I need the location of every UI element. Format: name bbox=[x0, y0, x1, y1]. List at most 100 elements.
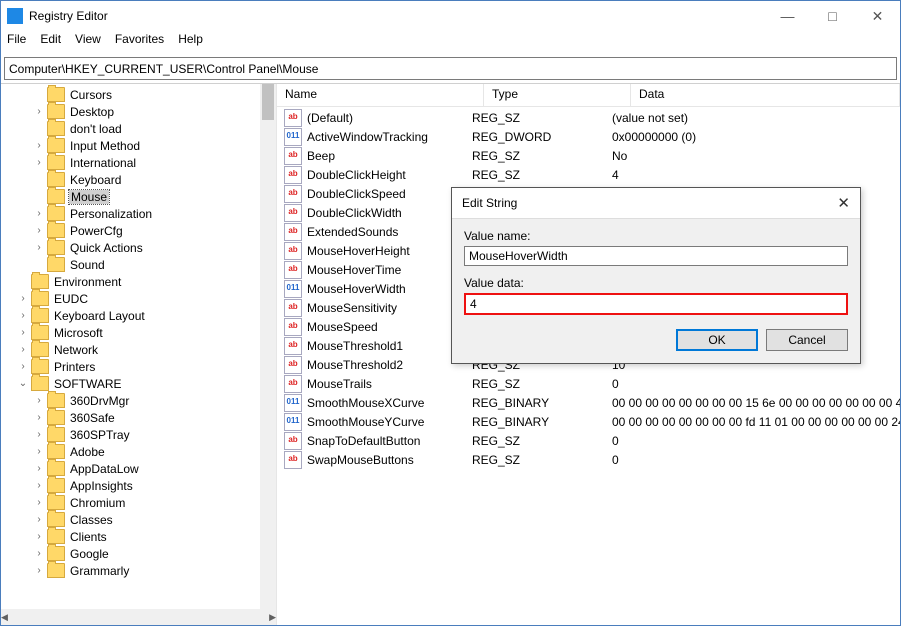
value-type: REG_SZ bbox=[472, 149, 612, 163]
tree-item[interactable]: ›Chromium bbox=[1, 494, 276, 511]
tree-item[interactable]: ›Microsoft bbox=[1, 324, 276, 341]
tree-item[interactable]: ›Google bbox=[1, 545, 276, 562]
tree-item[interactable]: ›Input Method bbox=[1, 137, 276, 154]
tree-item[interactable]: ›International bbox=[1, 154, 276, 171]
col-data[interactable]: Data bbox=[631, 84, 900, 106]
menu-edit[interactable]: Edit bbox=[40, 32, 61, 52]
expand-icon[interactable]: › bbox=[33, 157, 45, 168]
folder-icon bbox=[47, 563, 65, 578]
value-row[interactable]: abBeepREG_SZNo bbox=[277, 146, 900, 165]
col-type[interactable]: Type bbox=[484, 84, 631, 106]
tree-item[interactable]: ›Adobe bbox=[1, 443, 276, 460]
expand-icon[interactable]: › bbox=[33, 225, 45, 236]
expand-icon[interactable]: › bbox=[17, 344, 29, 355]
tree-item[interactable]: ›Desktop bbox=[1, 103, 276, 120]
tree-item[interactable]: ›360SPTray bbox=[1, 426, 276, 443]
expand-icon[interactable]: › bbox=[33, 514, 45, 525]
tree-item[interactable]: › Grammarly bbox=[1, 562, 276, 579]
expand-icon[interactable]: › bbox=[33, 140, 45, 151]
value-row[interactable]: 011ActiveWindowTrackingREG_DWORD0x000000… bbox=[277, 127, 900, 146]
value-name: MouseTrails bbox=[307, 377, 472, 391]
value-data-input[interactable] bbox=[464, 293, 848, 315]
tree-item[interactable]: ›Classes bbox=[1, 511, 276, 528]
tree-item[interactable]: ›Printers bbox=[1, 358, 276, 375]
value-row[interactable]: ab(Default)REG_SZ(value not set) bbox=[277, 108, 900, 127]
value-row[interactable]: abDoubleClickHeightREG_SZ4 bbox=[277, 165, 900, 184]
menu-favorites[interactable]: Favorites bbox=[115, 32, 164, 52]
expand-icon[interactable]: › bbox=[17, 310, 29, 321]
string-value-icon: ab bbox=[284, 432, 302, 450]
menu-view[interactable]: View bbox=[75, 32, 101, 52]
tree-item-label: 360DrvMgr bbox=[69, 394, 130, 408]
cancel-button[interactable]: Cancel bbox=[766, 329, 848, 351]
ok-button[interactable]: OK bbox=[676, 329, 758, 351]
tree-hscrollbar[interactable]: ◀▶ bbox=[1, 609, 276, 625]
tree-item[interactable]: Mouse bbox=[1, 188, 276, 205]
tree-item-label: AppDataLow bbox=[69, 462, 140, 476]
expand-icon[interactable]: › bbox=[33, 497, 45, 508]
string-value-icon: ab bbox=[284, 375, 302, 393]
expand-icon[interactable]: › bbox=[33, 412, 45, 423]
value-row[interactable]: 011SmoothMouseXCurveREG_BINARY00 00 00 0… bbox=[277, 393, 900, 412]
address-bar[interactable]: Computer\HKEY_CURRENT_USER\Control Panel… bbox=[4, 57, 897, 80]
tree-item[interactable]: Sound bbox=[1, 256, 276, 273]
tree-item[interactable]: ›Clients bbox=[1, 528, 276, 545]
string-value-icon: ab bbox=[284, 204, 302, 222]
expand-icon[interactable]: › bbox=[33, 446, 45, 457]
tree-item[interactable]: › PowerCfg bbox=[1, 222, 276, 239]
tree-item[interactable]: ›EUDC bbox=[1, 290, 276, 307]
value-name: MouseSensitivity bbox=[307, 301, 472, 315]
tree-item[interactable]: don't load bbox=[1, 120, 276, 137]
tree-item-label: Grammarly bbox=[69, 564, 130, 578]
folder-icon bbox=[47, 478, 65, 493]
expand-icon[interactable]: › bbox=[33, 565, 45, 576]
tree-item[interactable]: ›Quick Actions bbox=[1, 239, 276, 256]
minimize-button[interactable]: — bbox=[765, 1, 810, 31]
value-name: ActiveWindowTracking bbox=[307, 130, 472, 144]
string-value-icon: ab bbox=[284, 109, 302, 127]
folder-icon bbox=[47, 461, 65, 476]
value-row[interactable]: abSnapToDefaultButtonREG_SZ0 bbox=[277, 431, 900, 450]
expand-icon[interactable]: › bbox=[33, 463, 45, 474]
folder-icon bbox=[47, 155, 65, 170]
tree-item[interactable]: Keyboard bbox=[1, 171, 276, 188]
expand-icon[interactable]: › bbox=[33, 531, 45, 542]
close-button[interactable]: ✕ bbox=[855, 1, 900, 31]
tree-item[interactable]: Environment bbox=[1, 273, 276, 290]
menu-file[interactable]: File bbox=[7, 32, 26, 52]
value-row[interactable]: abSwapMouseButtonsREG_SZ0 bbox=[277, 450, 900, 469]
value-type: REG_SZ bbox=[472, 434, 612, 448]
tree-item[interactable]: ⌄SOFTWARE bbox=[1, 375, 276, 392]
tree-item[interactable]: › AppDataLow bbox=[1, 460, 276, 477]
folder-icon bbox=[47, 512, 65, 527]
tree-item[interactable]: Cursors bbox=[1, 86, 276, 103]
expand-icon[interactable]: › bbox=[33, 548, 45, 559]
expand-icon[interactable]: › bbox=[17, 361, 29, 372]
tree-item[interactable]: ›AppInsights bbox=[1, 477, 276, 494]
tree-item[interactable]: ›Network bbox=[1, 341, 276, 358]
expand-icon[interactable]: › bbox=[17, 293, 29, 304]
expand-icon[interactable]: › bbox=[33, 395, 45, 406]
dialog-close-icon[interactable]: ✕ bbox=[837, 194, 850, 212]
expand-icon[interactable]: ⌄ bbox=[17, 378, 29, 389]
col-name[interactable]: Name bbox=[277, 84, 484, 106]
expand-icon[interactable]: › bbox=[17, 327, 29, 338]
tree-item-label: PowerCfg bbox=[69, 224, 124, 238]
folder-icon bbox=[47, 240, 65, 255]
expand-icon[interactable]: › bbox=[33, 106, 45, 117]
expand-icon[interactable]: › bbox=[33, 480, 45, 491]
menu-help[interactable]: Help bbox=[178, 32, 203, 52]
tree-item[interactable]: ›Keyboard Layout bbox=[1, 307, 276, 324]
value-name-label: Value name: bbox=[464, 229, 848, 243]
expand-icon[interactable]: › bbox=[33, 429, 45, 440]
expand-icon[interactable]: › bbox=[33, 242, 45, 253]
maximize-button[interactable]: □ bbox=[810, 1, 855, 31]
value-row[interactable]: abMouseTrailsREG_SZ0 bbox=[277, 374, 900, 393]
tree-item[interactable]: ›360Safe bbox=[1, 409, 276, 426]
expand-icon[interactable]: › bbox=[33, 208, 45, 219]
tree-item[interactable]: › 360DrvMgr bbox=[1, 392, 276, 409]
tree-item[interactable]: ›Personalization bbox=[1, 205, 276, 222]
value-name-input[interactable] bbox=[464, 246, 848, 266]
value-row[interactable]: 011SmoothMouseYCurveREG_BINARY00 00 00 0… bbox=[277, 412, 900, 431]
tree-vscrollbar[interactable] bbox=[260, 84, 276, 609]
